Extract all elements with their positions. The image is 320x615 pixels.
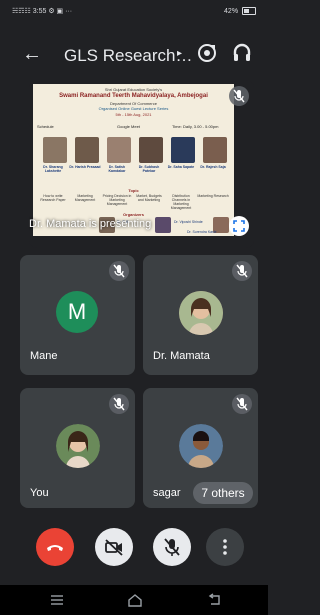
camera-off-icon [105,539,123,556]
status-right: 42% [224,7,256,15]
speaker-photo [139,137,163,163]
slide-platform: Google Meet [117,124,140,129]
avatar: M [56,291,98,333]
organizer-name: Dr. Viposhi Shinde [174,220,203,224]
participant-tile[interactable]: sagar 7 others [143,388,258,508]
slide-organizers-label: Organizers [123,212,144,217]
participant-name: sagar [153,487,181,499]
speaker-photo [43,137,67,163]
slide-schedule-row: Schedule Google Meet Time: Daily, 3.00 -… [37,124,230,132]
chevron-right-icon[interactable]: ▸ [177,48,182,59]
battery-icon [242,7,256,15]
slide-dates: 5th - 15th Aug, 2021 [115,112,152,117]
participant-name: You [30,487,49,499]
camera-toggle-button[interactable] [95,528,133,566]
slide-topics: Topic How to write Research Paper Market… [37,188,230,210]
mic-off-icon [229,86,249,106]
mic-off-icon [109,394,129,414]
participant-tile[interactable]: You [20,388,135,508]
speaker-name: Dr. Rajesh Saja [200,165,226,169]
presenting-caption: Dr. Mamata is presenting [29,218,152,230]
speaker-name: Dr. Sharang Lakshette [43,165,63,173]
topic-item: Distribution Channels in Marketing Manag… [170,194,192,210]
slide-topics-label: Topic [128,188,139,193]
participant-name: Dr. Mamata [153,350,210,362]
speaker-name: Dr. Saha Sapate [167,165,195,169]
topic-item: Pricing Decision in Marketing Management [102,194,132,206]
speaker-name: Dr. Satish Kamdakar [108,165,126,173]
avatar [179,291,223,335]
speaker-name: Dr. Subhash Patekar [138,165,160,173]
status-bar: ☵☶☷ 3:55 ⚙ ▣ ··· 42% [0,0,268,20]
mic-toggle-button[interactable] [153,528,191,566]
back-arrow-icon[interactable]: ← [22,42,42,66]
switch-camera-icon[interactable] [196,42,218,64]
system-nav-bar [0,585,268,615]
mic-off-icon [232,394,252,414]
more-vert-icon [223,539,227,555]
meeting-title[interactable]: GLS Research… [64,46,193,66]
slide-speaker-photos: Dr. Sharang Lakshette Dr. Harish Prasaad… [37,137,230,185]
slide-org: Shri Gujarat Education Society's [104,87,163,92]
topic-item: How to write Research Paper [40,194,66,202]
slide-college: Swami Ramanand Teerth Mahavidyalaya, Amb… [59,93,208,99]
back-nav-icon[interactable] [208,593,222,607]
avatar [56,424,100,468]
speaker-photo [75,137,99,163]
mic-off-icon [164,538,180,556]
slide-time: Time: Daily, 3.00 - 5.00pm [172,124,219,129]
shared-slide: Shri Gujarat Education Society's Swami R… [33,84,234,236]
topic-item: Market, Budgets and Marketing [136,194,162,202]
topic-item: Marketing Management [74,194,96,202]
end-call-button[interactable] [36,528,74,566]
slide-schedule-label: Schedule [37,124,54,129]
organizer-name: Dr. Surendra Kasle [187,230,217,234]
presentation-tile[interactable]: Shri Gujarat Education Society's Swami R… [29,80,254,248]
speaker-photo [171,137,195,163]
battery-percent: 42% [224,7,239,15]
speaker-name: Dr. Harish Prasaad [69,165,101,169]
mic-off-icon [109,261,129,281]
status-left: ☵☶☷ 3:55 ⚙ ▣ ··· [12,8,73,15]
topic-item: Marketing Research [197,194,229,198]
home-icon[interactable] [127,593,143,607]
mic-off-icon [232,261,252,281]
organizer-photo [155,217,171,233]
recents-icon[interactable] [50,594,64,606]
speaker-photo [203,137,227,163]
fullscreen-icon[interactable] [229,216,249,236]
speaker-photo [107,137,131,163]
meeting-header: ← GLS Research… ▸ [0,36,268,76]
avatar [179,424,223,468]
participant-tile[interactable]: Dr. Mamata [143,255,258,375]
headset-icon[interactable] [232,42,252,64]
end-call-icon [47,545,63,551]
participant-tile[interactable]: M Mane [20,255,135,375]
slide-event: Organised Online Guest Lecture Series [98,106,169,111]
participant-name: Mane [30,350,58,362]
more-options-button[interactable] [206,528,244,566]
others-count-chip[interactable]: 7 others [193,482,253,504]
